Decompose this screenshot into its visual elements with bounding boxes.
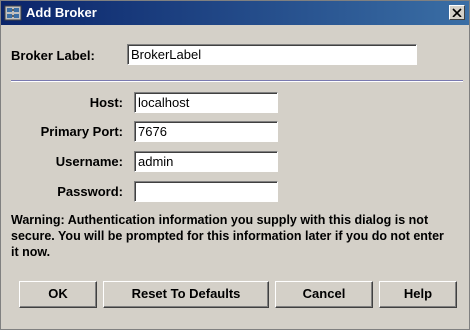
dialog-title: Add Broker: [26, 5, 97, 20]
close-button[interactable]: [449, 5, 465, 20]
reset-to-defaults-button[interactable]: Reset To Defaults: [103, 281, 269, 308]
username-label: Username:: [55, 154, 123, 169]
password-input[interactable]: [134, 181, 278, 202]
primary-port-label: Primary Port:: [40, 124, 123, 139]
help-button[interactable]: Help: [379, 281, 457, 308]
section-divider: [11, 80, 463, 82]
broker-label-input[interactable]: BrokerLabel: [127, 44, 417, 65]
cancel-button[interactable]: Cancel: [275, 281, 373, 308]
ok-button[interactable]: OK: [19, 281, 97, 308]
password-label: Password:: [57, 184, 123, 199]
security-warning-text: Warning: Authentication information you …: [11, 213, 444, 259]
host-input[interactable]: localhost: [134, 92, 278, 113]
broker-label-label: Broker Label:: [11, 48, 95, 63]
title-bar[interactable]: Add Broker: [1, 1, 469, 25]
primary-port-input[interactable]: 7676: [134, 121, 278, 142]
add-broker-dialog: Add Broker Broker Label: BrokerLabel Hos…: [0, 0, 470, 330]
broker-icon: [4, 4, 22, 22]
host-label: Host:: [89, 95, 123, 110]
username-input[interactable]: admin: [134, 151, 278, 172]
close-icon: [452, 8, 462, 17]
